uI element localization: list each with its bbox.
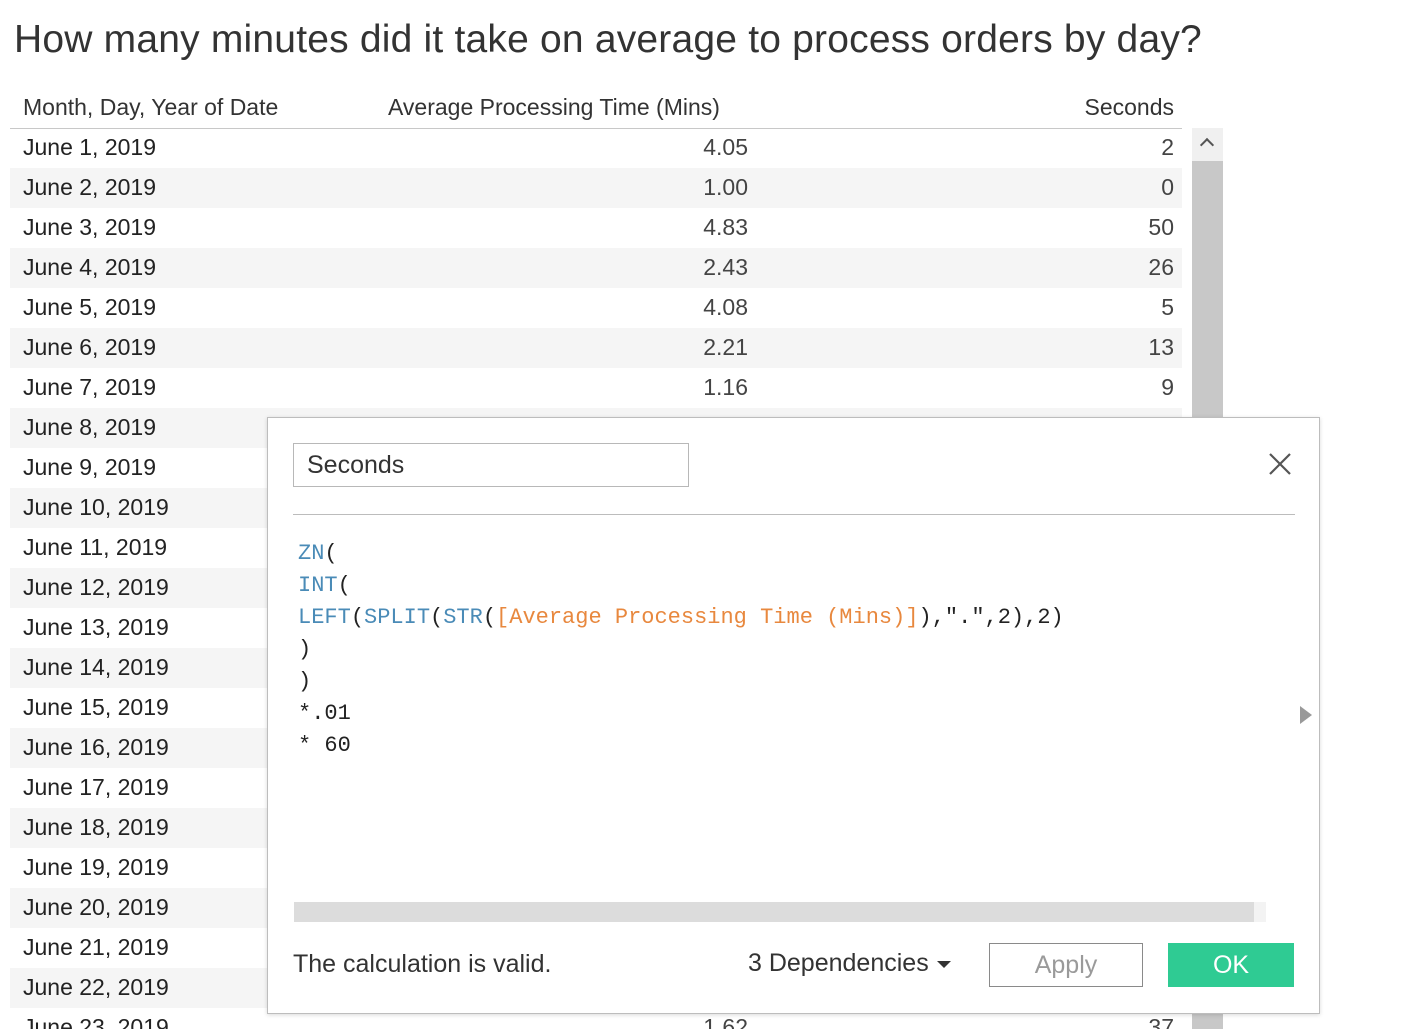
avg-processing-time-cell: 1.00 (703, 174, 748, 200)
column-header-avg-processing-time[interactable]: Average Processing Time (Mins) (388, 94, 720, 121)
avg-processing-time-cell: 1.16 (703, 374, 748, 400)
formula-line: *.01 (298, 698, 1258, 730)
formula-line: ) (298, 666, 1258, 698)
formula-token: * 60 (298, 733, 351, 758)
date-cell: June 7, 2019 (23, 374, 157, 400)
avg-processing-time-cell: 2.21 (703, 334, 748, 360)
formula-line: * 60 (298, 730, 1258, 762)
ok-button[interactable]: OK (1168, 943, 1294, 987)
date-cell: June 17, 2019 (23, 774, 169, 800)
expand-pane-arrow-icon[interactable] (1300, 706, 1312, 724)
date-cell: June 11, 2019 (23, 534, 168, 560)
formula-token: *.01 (298, 701, 351, 726)
avg-processing-time-cell: 4.83 (703, 214, 748, 240)
formula-function: LEFT (298, 605, 351, 630)
column-header-date[interactable]: Month, Day, Year of Date (23, 94, 278, 121)
date-cell: June 14, 2019 (23, 654, 169, 680)
scroll-up-icon[interactable] (1192, 128, 1223, 160)
formula-line: INT( (298, 570, 1258, 602)
date-cell: June 13, 2019 (23, 614, 169, 640)
divider (293, 514, 1295, 515)
table-row[interactable]: June 4, 2019 2.43 26 (10, 248, 1182, 288)
date-cell: June 8, 2019 (23, 414, 157, 440)
formula-line: ) (298, 634, 1258, 666)
seconds-cell: 26 (1148, 254, 1174, 280)
date-cell: June 9, 2019 (23, 454, 157, 480)
formula-token: ( (324, 541, 338, 566)
avg-processing-time-cell: 2.43 (703, 254, 748, 280)
horizontal-scrollbar-thumb[interactable] (294, 902, 1254, 922)
date-cell: June 10, 2019 (23, 494, 169, 520)
formula-token: ( (337, 573, 351, 598)
formula-token: ) (298, 637, 312, 662)
avg-processing-time-cell: 1.62 (703, 1014, 748, 1029)
date-cell: June 19, 2019 (23, 854, 169, 880)
formula-function: STR (443, 605, 483, 630)
formula-token: ) (298, 669, 312, 694)
date-cell: June 5, 2019 (23, 294, 157, 320)
seconds-cell: 9 (1161, 374, 1174, 400)
calculation-editor-dialog: ZN(INT(LEFT(SPLIT(STR([Average Processin… (267, 417, 1320, 1014)
seconds-cell: 13 (1148, 334, 1174, 360)
date-cell: June 21, 2019 (23, 934, 169, 960)
seconds-cell: 2 (1161, 134, 1174, 160)
table-row[interactable]: June 5, 2019 4.08 5 (10, 288, 1182, 328)
table-header: Month, Day, Year of Date Average Process… (10, 92, 1182, 129)
dependencies-label: 3 Dependencies (748, 949, 929, 977)
date-cell: June 4, 2019 (23, 254, 157, 280)
formula-token: ( (430, 605, 444, 630)
date-cell: June 6, 2019 (23, 334, 157, 360)
table-row[interactable]: June 2, 2019 1.00 0 (10, 168, 1182, 208)
table-row[interactable]: June 1, 2019 4.05 2 (10, 128, 1182, 168)
avg-processing-time-cell: 4.05 (703, 134, 748, 160)
close-icon[interactable] (1264, 448, 1296, 480)
avg-processing-time-cell: 4.08 (703, 294, 748, 320)
formula-token: ( (482, 605, 497, 630)
date-cell: June 1, 2019 (23, 134, 157, 160)
date-cell: June 16, 2019 (23, 734, 169, 760)
table-row[interactable]: June 6, 2019 2.21 13 (10, 328, 1182, 368)
seconds-cell: 50 (1148, 214, 1174, 240)
formula-token: ),".",2),2) (918, 605, 1064, 630)
date-cell: June 20, 2019 (23, 894, 169, 920)
seconds-cell: 37 (1148, 1014, 1174, 1029)
formula-function: SPLIT (364, 605, 431, 630)
formula-line: ZN( (298, 538, 1258, 570)
formula-line: LEFT(SPLIT(STR([Average Processing Time … (298, 602, 1258, 634)
apply-button[interactable]: Apply (989, 943, 1143, 987)
table-row[interactable]: June 3, 2019 4.83 50 (10, 208, 1182, 248)
date-cell: June 3, 2019 (23, 214, 157, 240)
date-cell: June 2, 2019 (23, 174, 157, 200)
horizontal-scrollbar[interactable] (294, 902, 1266, 922)
table-row[interactable]: June 7, 2019 1.16 9 (10, 368, 1182, 408)
date-cell: June 23, 2019 (23, 1014, 169, 1029)
column-header-seconds[interactable]: Seconds (1084, 94, 1174, 121)
dependencies-dropdown[interactable]: 3 Dependencies (748, 949, 951, 978)
formula-editor[interactable]: ZN(INT(LEFT(SPLIT(STR([Average Processin… (298, 538, 1258, 818)
validation-status: The calculation is valid. (293, 950, 552, 978)
calculation-name-input[interactable] (293, 443, 689, 487)
formula-field: [Average Processing Time (Mins)] (496, 605, 919, 630)
date-cell: June 18, 2019 (23, 814, 169, 840)
seconds-cell: 5 (1161, 294, 1174, 320)
date-cell: June 15, 2019 (23, 694, 169, 720)
date-cell: June 12, 2019 (23, 574, 169, 600)
formula-function: ZN (298, 541, 325, 566)
caret-down-icon (936, 960, 951, 968)
page-title: How many minutes did it take on average … (14, 18, 1202, 61)
formula-token: ( (350, 605, 365, 630)
date-cell: June 22, 2019 (23, 974, 169, 1000)
formula-function: INT (298, 573, 338, 598)
seconds-cell: 0 (1161, 174, 1174, 200)
